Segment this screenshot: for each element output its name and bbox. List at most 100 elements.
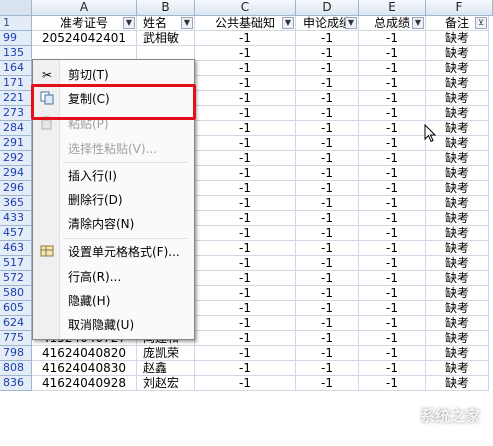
filter-dropdown-icon[interactable]: ▼ <box>345 17 357 29</box>
cell-public-basics[interactable]: -1 <box>195 226 296 241</box>
row-number[interactable]: 294 <box>0 166 32 181</box>
menu-item-row-height[interactable]: 行高(R)... <box>35 266 192 288</box>
cell-public-basics[interactable]: -1 <box>195 166 296 181</box>
menu-item-unhide[interactable]: 取消隐藏(U) <box>35 314 192 336</box>
cell-public-basics[interactable]: -1 <box>195 316 296 331</box>
cell-remarks[interactable]: 缺考 <box>426 196 489 211</box>
cell-public-basics[interactable]: -1 <box>195 151 296 166</box>
cell-remarks[interactable]: 缺考 <box>426 286 489 301</box>
cell-essay-score[interactable]: -1 <box>296 241 359 256</box>
cell-essay-score[interactable]: -1 <box>296 256 359 271</box>
cell-total-score[interactable]: -1 <box>359 181 426 196</box>
cell-essay-score[interactable]: -1 <box>296 136 359 151</box>
row-number[interactable]: 273 <box>0 106 32 121</box>
row-number[interactable]: 517 <box>0 256 32 271</box>
row-number[interactable]: 296 <box>0 181 32 196</box>
cell-remarks[interactable]: 缺考 <box>426 181 489 196</box>
cell-total-score[interactable]: -1 <box>359 61 426 76</box>
cell-essay-score[interactable]: -1 <box>296 196 359 211</box>
cell-remarks[interactable]: 缺考 <box>426 301 489 316</box>
cell-essay-score[interactable]: -1 <box>296 151 359 166</box>
cell-public-basics[interactable]: -1 <box>195 286 296 301</box>
cell-total-score[interactable]: -1 <box>359 46 426 61</box>
row-number[interactable]: 291 <box>0 136 32 151</box>
cell-remarks[interactable]: 缺考 <box>426 91 489 106</box>
cell-remarks[interactable]: 缺考 <box>426 316 489 331</box>
cell-total-score[interactable]: -1 <box>359 241 426 256</box>
cell-remarks[interactable]: 缺考 <box>426 46 489 61</box>
cell-total-score[interactable]: -1 <box>359 331 426 346</box>
column-header-a[interactable]: A <box>32 0 137 16</box>
cell-essay-score[interactable]: -1 <box>296 226 359 241</box>
cell-remarks[interactable]: 缺考 <box>426 226 489 241</box>
row-number[interactable]: 836 <box>0 376 32 391</box>
header-cell-essay-score[interactable]: 申论成绩 ▼ <box>296 16 359 31</box>
cell-essay-score[interactable]: -1 <box>296 346 359 361</box>
menu-item-insert-row[interactable]: 插入行(I) <box>35 165 192 187</box>
cell-public-basics[interactable]: -1 <box>195 361 296 376</box>
cell-public-basics[interactable]: -1 <box>195 181 296 196</box>
menu-item-format-cells[interactable]: 设置单元格格式(F)... <box>35 241 192 263</box>
cell-essay-score[interactable]: -1 <box>296 106 359 121</box>
cell-total-score[interactable]: -1 <box>359 196 426 211</box>
cell-public-basics[interactable]: -1 <box>195 301 296 316</box>
cell-total-score[interactable]: -1 <box>359 361 426 376</box>
filter-dropdown-icon[interactable]: ▼ <box>181 17 193 29</box>
cell-remarks[interactable]: 缺考 <box>426 376 489 391</box>
column-header-f[interactable]: F <box>426 0 493 16</box>
cell-essay-score[interactable]: -1 <box>296 121 359 136</box>
cell-remarks[interactable]: 缺考 <box>426 166 489 181</box>
cell-essay-score[interactable]: -1 <box>296 211 359 226</box>
row-number[interactable]: 798 <box>0 346 32 361</box>
cell-remarks[interactable]: 缺考 <box>426 256 489 271</box>
menu-item-delete-row[interactable]: 删除行(D) <box>35 189 192 211</box>
cell-exam-id[interactable]: 20524042401 <box>32 31 137 46</box>
menu-item-paste-special[interactable]: 选择性粘贴(V)... <box>35 138 192 160</box>
cell-remarks[interactable]: 缺考 <box>426 151 489 166</box>
menu-item-clear-contents[interactable]: 清除内容(N) <box>35 213 192 235</box>
row-number[interactable]: 605 <box>0 301 32 316</box>
header-cell-public-basics[interactable]: 公共基础知 ▼ <box>195 16 296 31</box>
cell-remarks[interactable]: 缺考 <box>426 61 489 76</box>
row-number[interactable]: 135 <box>0 46 32 61</box>
cell-total-score[interactable]: -1 <box>359 76 426 91</box>
cell-remarks[interactable]: 缺考 <box>426 31 489 46</box>
row-number[interactable]: 457 <box>0 226 32 241</box>
column-header-d[interactable]: D <box>296 0 359 16</box>
cell-essay-score[interactable]: -1 <box>296 316 359 331</box>
cell-public-basics[interactable]: -1 <box>195 196 296 211</box>
row-number[interactable]: 164 <box>0 61 32 76</box>
cell-remarks[interactable]: 缺考 <box>426 361 489 376</box>
cell-public-basics[interactable]: -1 <box>195 46 296 61</box>
filter-active-icon[interactable]: ⊻ <box>475 17 487 29</box>
filter-dropdown-icon[interactable]: ▼ <box>123 17 135 29</box>
cell-remarks[interactable]: 缺考 <box>426 346 489 361</box>
cell-name[interactable]: 武相敏 <box>137 31 195 46</box>
cell-total-score[interactable]: -1 <box>359 316 426 331</box>
cell-public-basics[interactable]: -1 <box>195 271 296 286</box>
cell-exam-id[interactable]: 41624040928 <box>32 376 137 391</box>
cell-essay-score[interactable]: -1 <box>296 91 359 106</box>
row-number[interactable]: 775 <box>0 331 32 346</box>
cell-essay-score[interactable]: -1 <box>296 271 359 286</box>
cell-essay-score[interactable]: -1 <box>296 76 359 91</box>
cell-total-score[interactable]: -1 <box>359 346 426 361</box>
cell-total-score[interactable]: -1 <box>359 31 426 46</box>
header-cell-remarks[interactable]: 备注 ⊻ <box>426 16 489 31</box>
menu-item-hide[interactable]: 隐藏(H) <box>35 290 192 312</box>
column-header-e[interactable]: E <box>359 0 426 16</box>
header-cell-exam-id[interactable]: 准考证号 ▼ <box>32 16 137 31</box>
cell-total-score[interactable]: -1 <box>359 226 426 241</box>
cell-public-basics[interactable]: -1 <box>195 76 296 91</box>
row-number[interactable]: 580 <box>0 286 32 301</box>
cell-total-score[interactable]: -1 <box>359 106 426 121</box>
cell-remarks[interactable]: 缺考 <box>426 241 489 256</box>
cell-essay-score[interactable]: -1 <box>296 181 359 196</box>
cell-remarks[interactable]: 缺考 <box>426 76 489 91</box>
cell-essay-score[interactable]: -1 <box>296 31 359 46</box>
cell-public-basics[interactable]: -1 <box>195 121 296 136</box>
row-number[interactable]: 808 <box>0 361 32 376</box>
column-header-b[interactable]: B <box>137 0 195 16</box>
cell-public-basics[interactable]: -1 <box>195 241 296 256</box>
cell-essay-score[interactable]: -1 <box>296 61 359 76</box>
